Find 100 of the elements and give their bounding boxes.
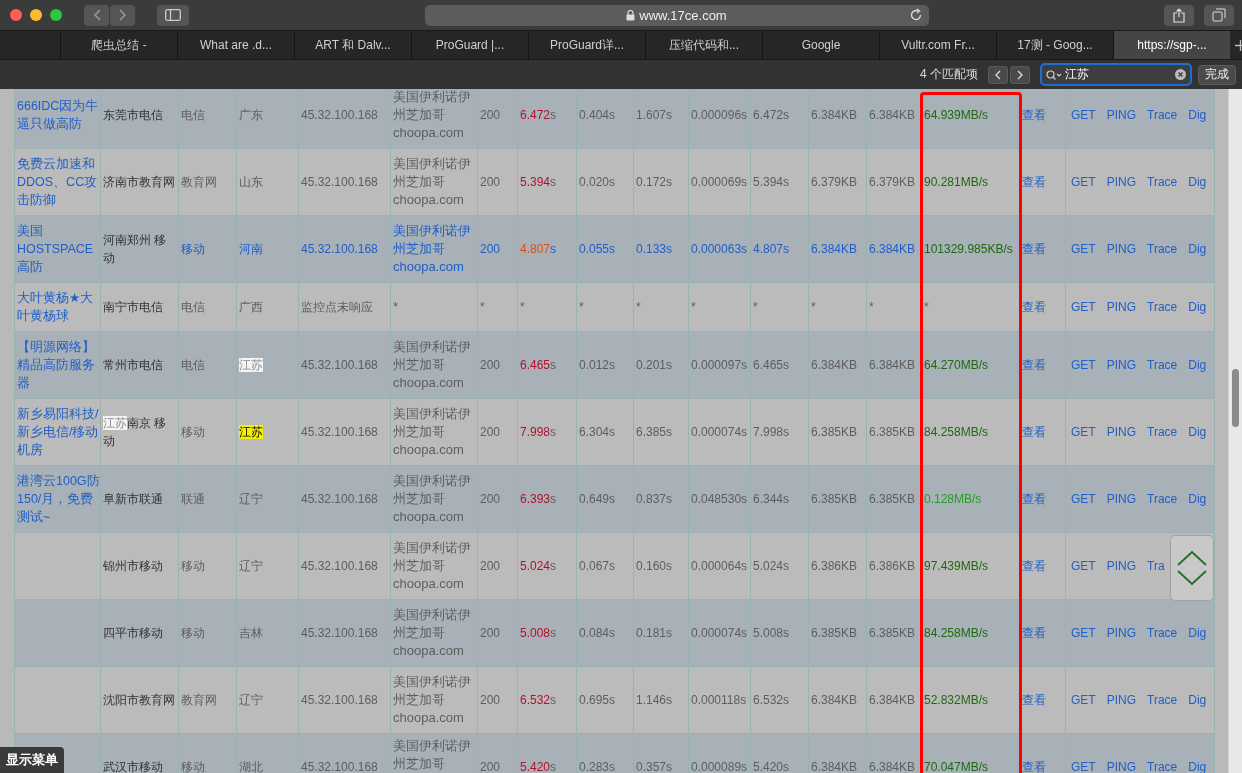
status-code: 200	[480, 357, 502, 374]
action-link[interactable]: Dig	[1188, 356, 1207, 374]
browser-tab[interactable]: ProGuard详...	[528, 31, 645, 59]
browser-tab[interactable]: ART 和 Dalv...	[294, 31, 411, 59]
show-menu-button[interactable]: 显示菜单	[0, 747, 64, 773]
browser-tab[interactable]: 爬虫总结 -	[60, 31, 177, 59]
search-input[interactable]: 江苏	[1065, 67, 1172, 82]
action-link[interactable]: PING	[1106, 691, 1136, 709]
view-link[interactable]: 查看	[1022, 760, 1046, 773]
sidebar-button[interactable]	[157, 4, 189, 26]
zoom-window-button[interactable]	[50, 9, 62, 21]
browser-tab[interactable]: https://sgp-...	[1113, 31, 1230, 59]
action-link[interactable]: GET	[1071, 624, 1096, 642]
view-link[interactable]: 查看	[1022, 242, 1046, 256]
time-value: 0.000096s	[691, 107, 749, 124]
action-link[interactable]: Dig	[1188, 691, 1207, 709]
action-link[interactable]: Trace	[1147, 490, 1178, 508]
view-link[interactable]: 查看	[1022, 559, 1046, 573]
action-link[interactable]: PING	[1106, 758, 1136, 773]
status-code: 200	[480, 692, 502, 709]
action-link[interactable]: Dig	[1188, 423, 1207, 441]
size-value: 6.386KB	[869, 558, 917, 575]
scrollbar[interactable]	[1228, 89, 1242, 773]
action-link[interactable]: Trace	[1147, 423, 1178, 441]
time-value: 0.000064s	[691, 558, 749, 575]
address-field[interactable]: www.17ce.com	[424, 4, 929, 26]
action-link[interactable]: Trace	[1147, 758, 1178, 773]
action-link[interactable]: GET	[1071, 758, 1096, 773]
action-link[interactable]: Trace	[1147, 298, 1178, 316]
server-location: 美国伊利诺伊州芝加哥 choopa.com	[393, 338, 472, 392]
reload-icon[interactable]	[908, 7, 923, 22]
browser-tab[interactable]: Vultr.com Fr...	[879, 31, 996, 59]
action-link[interactable]: PING	[1106, 490, 1136, 508]
clear-icon[interactable]	[1175, 69, 1186, 80]
back-button[interactable]	[84, 4, 109, 26]
action-link[interactable]: Trace	[1147, 624, 1178, 642]
time-value: *	[579, 299, 585, 316]
status-code: *	[480, 299, 486, 316]
action-link[interactable]: PING	[1106, 423, 1136, 441]
action-link[interactable]: Trace	[1147, 173, 1178, 191]
speed-value: 84.258MB/s	[924, 424, 990, 441]
action-link[interactable]: Dig	[1188, 490, 1207, 508]
done-button[interactable]: 完成	[1198, 64, 1236, 85]
action-link[interactable]: Trace	[1147, 240, 1178, 258]
browser-tab[interactable]: 压缩代码和...	[645, 31, 762, 59]
minimize-window-button[interactable]	[30, 9, 42, 21]
url-text: www.17ce.com	[639, 7, 727, 23]
view-link[interactable]: 查看	[1022, 358, 1046, 372]
action-link[interactable]: Dig	[1188, 624, 1207, 642]
action-link[interactable]: PING	[1106, 106, 1136, 124]
ip-address: 45.32.100.168	[301, 491, 379, 508]
action-link[interactable]: GET	[1071, 557, 1096, 575]
action-link[interactable]: Dig	[1188, 173, 1207, 191]
view-link[interactable]: 查看	[1022, 108, 1046, 122]
action-link[interactable]: PING	[1106, 298, 1136, 316]
size-value: 6.384KB	[869, 107, 917, 124]
view-link[interactable]: 查看	[1022, 425, 1046, 439]
tab-overview-button[interactable]	[1204, 4, 1234, 26]
size-value: 6.384KB	[869, 241, 917, 258]
action-link[interactable]: PING	[1106, 356, 1136, 374]
browser-tab[interactable]: ProGuard |...	[411, 31, 528, 59]
action-link[interactable]: GET	[1071, 356, 1096, 374]
action-link[interactable]: Trace	[1147, 356, 1178, 374]
view-link[interactable]: 查看	[1022, 626, 1046, 640]
next-match-button[interactable]	[1010, 65, 1030, 84]
action-link[interactable]: Trace	[1147, 106, 1178, 124]
view-link[interactable]: 查看	[1022, 175, 1046, 189]
action-link[interactable]: Tra	[1147, 557, 1165, 575]
share-button[interactable]	[1164, 4, 1194, 26]
time-value: 6.304s	[579, 424, 617, 441]
action-link[interactable]: GET	[1071, 423, 1096, 441]
action-link[interactable]: PING	[1106, 624, 1136, 642]
scroll-down-button[interactable]	[1176, 570, 1208, 586]
find-field[interactable]: 江苏	[1040, 63, 1192, 86]
action-link[interactable]: Dig	[1188, 106, 1207, 124]
previous-match-button[interactable]	[988, 65, 1008, 84]
action-link[interactable]: PING	[1106, 173, 1136, 191]
scroll-up-button[interactable]	[1176, 550, 1208, 566]
action-link[interactable]: Dig	[1188, 240, 1207, 258]
action-link[interactable]: GET	[1071, 173, 1096, 191]
province-name: 辽宁	[239, 491, 264, 508]
action-link[interactable]: Dig	[1188, 758, 1207, 773]
close-window-button[interactable]	[10, 9, 22, 21]
view-link[interactable]: 查看	[1022, 492, 1046, 506]
action-link[interactable]: GET	[1071, 240, 1096, 258]
action-link[interactable]: Trace	[1147, 691, 1178, 709]
action-link[interactable]: PING	[1106, 557, 1136, 575]
action-link[interactable]: GET	[1071, 490, 1096, 508]
browser-tab[interactable]: Google	[762, 31, 879, 59]
browser-tab[interactable]: What are .d...	[177, 31, 294, 59]
action-link[interactable]: GET	[1071, 691, 1096, 709]
action-link[interactable]: GET	[1071, 298, 1096, 316]
forward-button[interactable]	[110, 4, 135, 26]
view-link[interactable]: 查看	[1022, 693, 1046, 707]
action-link[interactable]: GET	[1071, 106, 1096, 124]
action-link[interactable]: Dig	[1188, 298, 1207, 316]
time-value: 1.146s	[636, 692, 674, 709]
view-link[interactable]: 查看	[1022, 300, 1046, 314]
action-link[interactable]: PING	[1106, 240, 1136, 258]
total-time: 6.532s	[520, 692, 558, 709]
